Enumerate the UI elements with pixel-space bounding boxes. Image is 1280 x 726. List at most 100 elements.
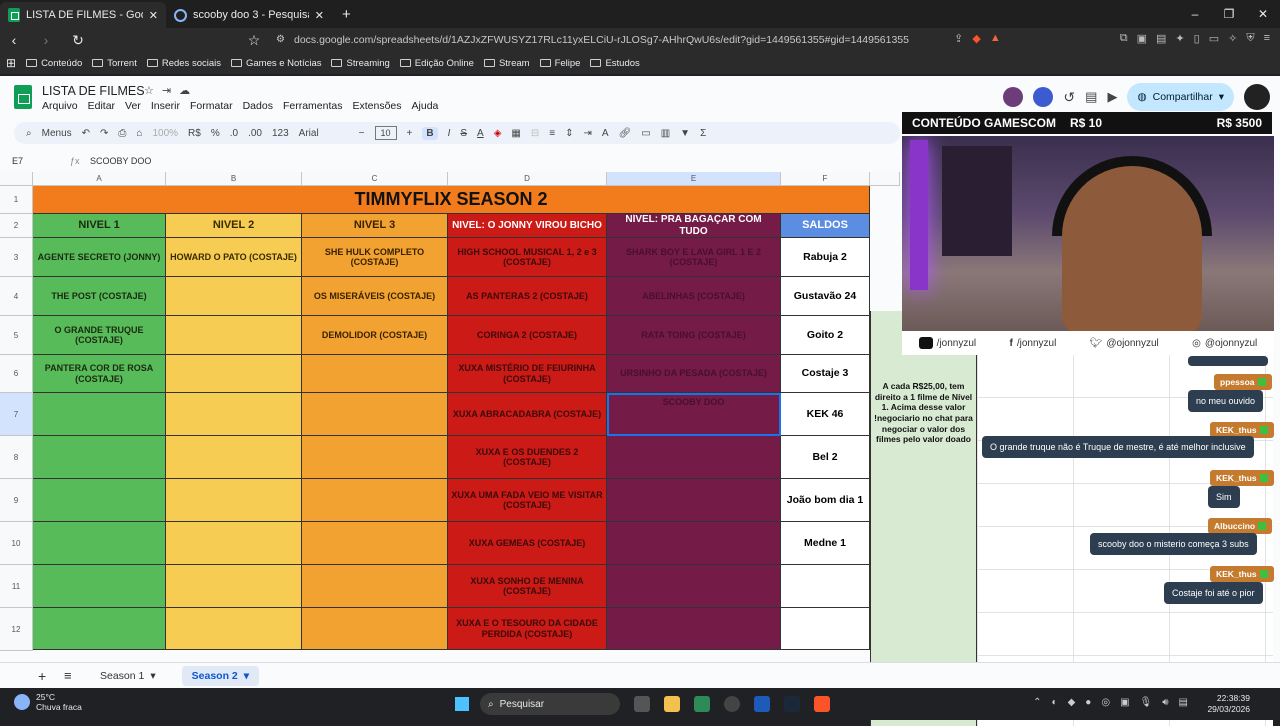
movie-cell[interactable]: [166, 355, 302, 393]
sheet-tab-season-1[interactable]: Season 1 ▾: [90, 666, 166, 686]
movie-cell[interactable]: [166, 479, 302, 522]
movie-cell[interactable]: [607, 436, 781, 479]
name-box[interactable]: E7: [0, 156, 70, 166]
chart-icon[interactable]: ▥: [661, 128, 670, 139]
movie-cell[interactable]: PANTERA COR DE ROSA (COSTAJE): [33, 355, 166, 393]
movie-cell[interactable]: SHE HULK COMPLETO (COSTAJE): [302, 238, 448, 277]
movie-cell[interactable]: XUXA E O TESOURO DA CIDADE PERDIDA (COST…: [448, 608, 607, 650]
share-page-icon[interactable]: ⇪: [954, 32, 963, 45]
column-header-f[interactable]: F: [781, 172, 870, 186]
bookmark-folder[interactable]: Estudos: [590, 58, 640, 69]
extension-icon[interactable]: ⧉: [1120, 32, 1128, 45]
percent-button[interactable]: %: [211, 128, 220, 139]
header-cell[interactable]: NIVEL 3: [302, 214, 448, 238]
chevron-down-icon[interactable]: ▾: [244, 670, 249, 682]
header-cell[interactable]: NIVEL 2: [166, 214, 302, 238]
share-button[interactable]: ◍ Compartilhar ▾: [1127, 83, 1234, 111]
app-icon[interactable]: [754, 696, 770, 712]
movie-cell[interactable]: XUXA SONHO DE MENINA (COSTAJE): [448, 565, 607, 608]
column-header-b[interactable]: B: [166, 172, 302, 186]
movie-cell[interactable]: THE POST (COSTAJE): [33, 277, 166, 316]
row-header[interactable]: 12: [0, 608, 33, 651]
movie-cell[interactable]: XUXA ABRACADABRA (COSTAJE): [448, 393, 607, 436]
movie-cell[interactable]: [302, 608, 448, 650]
menus-search[interactable]: Menus: [42, 128, 72, 139]
apps-grid-icon[interactable]: ⊞: [6, 56, 16, 70]
column-header-a[interactable]: A: [33, 172, 166, 186]
saldo-cell[interactable]: Rabuja 2: [781, 238, 870, 277]
close-tab-icon[interactable]: ✕: [149, 9, 158, 22]
task-view-icon[interactable]: [634, 696, 650, 712]
movie-cell[interactable]: [166, 608, 302, 650]
text-rotate-icon[interactable]: A: [602, 128, 609, 139]
movie-cell[interactable]: [33, 393, 166, 436]
text-wrap-icon[interactable]: ⇥: [584, 128, 592, 139]
decrease-decimal-button[interactable]: .0: [230, 128, 238, 139]
movie-cell[interactable]: URSINHO DA PESADA (COSTAJE): [607, 355, 781, 393]
doc-title[interactable]: LISTA DE FILMES: [42, 84, 145, 98]
movie-cell[interactable]: SCOOBY DOO: [607, 393, 781, 436]
movie-cell[interactable]: [166, 522, 302, 565]
taskbar-search[interactable]: ⌕ Pesquisar: [480, 693, 620, 715]
filter-icon[interactable]: ▼: [680, 128, 690, 139]
row-header[interactable]: 9: [0, 479, 33, 522]
leo-icon[interactable]: ✧: [1228, 32, 1237, 45]
movie-cell[interactable]: ABELINHAS (COSTAJE): [607, 277, 781, 316]
cloud-status-icon[interactable]: ☁: [179, 84, 190, 97]
tray-icon[interactable]: ●: [1085, 697, 1091, 708]
row-header[interactable]: 2: [0, 214, 33, 238]
header-cell[interactable]: NIVEL 1: [33, 214, 166, 238]
sidebar-icon[interactable]: ▯: [1194, 32, 1200, 45]
sheet-tab-season-2[interactable]: Season 2 ▾: [181, 665, 260, 686]
movie-cell[interactable]: RATA TOING (COSTAJE): [607, 316, 781, 355]
saldo-cell[interactable]: [781, 565, 870, 608]
sheet-title-cell[interactable]: TIMMYFLIX SEASON 2: [33, 186, 870, 214]
vpn-icon[interactable]: ⛨: [1246, 32, 1254, 45]
bold-icon[interactable]: B: [422, 126, 438, 140]
menu-formatar[interactable]: Formatar: [190, 100, 233, 112]
row-header[interactable]: 5: [0, 316, 33, 355]
row-header[interactable]: 3: [0, 238, 33, 277]
movie-cell[interactable]: [33, 436, 166, 479]
link-icon[interactable]: 🔗︎: [619, 128, 632, 139]
column-header-g[interactable]: [870, 172, 900, 186]
reload-icon[interactable]: ↻: [68, 32, 88, 49]
movie-cell[interactable]: O GRANDE TRUQUE (COSTAJE): [33, 316, 166, 355]
column-header-e[interactable]: E: [607, 172, 781, 186]
movie-cell[interactable]: [607, 565, 781, 608]
steam-icon[interactable]: [784, 696, 800, 712]
movie-cell[interactable]: [166, 565, 302, 608]
bookmark-folder[interactable]: Games e Notícias: [230, 58, 321, 69]
tray-expand-icon[interactable]: ⌃: [1033, 697, 1041, 708]
saldo-cell[interactable]: [781, 608, 870, 650]
row-header[interactable]: 4: [0, 277, 33, 316]
meet-icon[interactable]: ▶: [1107, 89, 1117, 105]
borders-icon[interactable]: ▦: [511, 128, 520, 139]
movie-cell[interactable]: XUXA E OS DUENDES 2 (COSTAJE): [448, 436, 607, 479]
merge-cells-icon[interactable]: ⊟: [531, 128, 539, 139]
movie-cell[interactable]: [166, 277, 302, 316]
brave-rewards-icon[interactable]: ▲: [990, 32, 1001, 45]
movie-cell[interactable]: AS PANTERAS 2 (COSTAJE): [448, 277, 607, 316]
menu-extensoes[interactable]: Extensões: [352, 100, 401, 112]
saldo-cell[interactable]: Goito 2: [781, 316, 870, 355]
microphone-icon[interactable]: 🎙︎: [1140, 697, 1153, 708]
movie-cell[interactable]: OS MISERÁVEIS (COSTAJE): [302, 277, 448, 316]
menu-arquivo[interactable]: Arquivo: [42, 100, 78, 112]
avatar[interactable]: [1033, 87, 1054, 107]
movie-cell[interactable]: CORINGA 2 (COSTAJE): [448, 316, 607, 355]
bookmark-folder[interactable]: Stream: [483, 58, 530, 69]
menu-dados[interactable]: Dados: [243, 100, 273, 112]
bookmark-folder[interactable]: Redes sociais: [146, 58, 221, 69]
comment-icon[interactable]: ▭: [641, 128, 650, 139]
movie-cell[interactable]: HOWARD O PATO (COSTAJE): [166, 238, 302, 277]
italic-icon[interactable]: I: [448, 128, 451, 139]
menu-inserir[interactable]: Inserir: [151, 100, 180, 112]
forward-icon[interactable]: ›: [36, 32, 56, 48]
align-vertical-icon[interactable]: ⇕: [565, 128, 573, 139]
taskbar-clock[interactable]: 22:38:39 29/03/2026: [1207, 693, 1250, 715]
network-icon[interactable]: ▤: [1179, 697, 1188, 708]
move-folder-icon[interactable]: ⇥: [162, 84, 171, 97]
movie-cell[interactable]: [302, 436, 448, 479]
back-icon[interactable]: ‹: [4, 32, 24, 48]
